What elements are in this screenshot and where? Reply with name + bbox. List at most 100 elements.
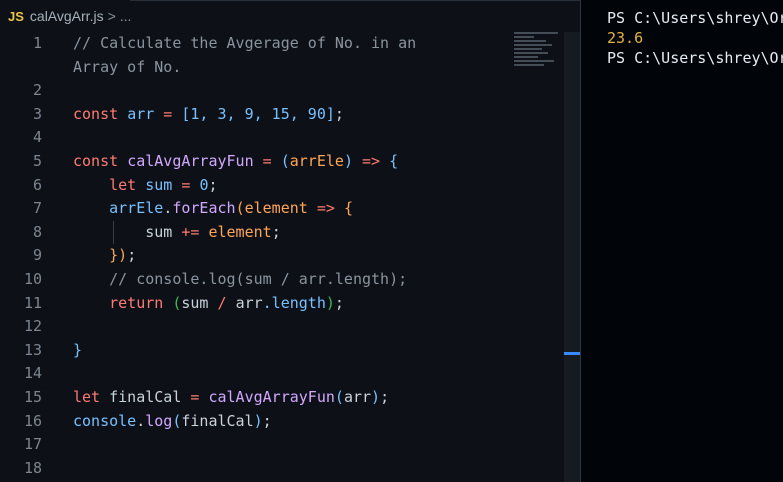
code-editor[interactable]: JS calAvgArr.js > ... 1 // Calculate the … [0,0,580,482]
variable: sum [145,222,173,241]
code-line[interactable]: 10 // console.log(sum / arr.length); [0,268,560,292]
operator: += [172,222,209,241]
keyword: const [73,151,119,170]
operator: = [154,104,182,123]
variable: sum [145,175,173,194]
bracket: { [343,199,353,218]
parameter: element [244,199,308,218]
line-number: 10 [23,269,42,288]
punctuation: ; [334,293,344,312]
variable: arr [127,104,155,123]
line-number: 2 [32,81,42,100]
bracket: ( [334,387,344,406]
line-number: 8 [32,222,42,241]
punctuation: ; [334,104,344,123]
code-area[interactable]: 1// Calculate the Avgerage of No. in an … [0,32,560,480]
line-number: 11 [23,293,42,312]
punctuation: ; [262,411,272,430]
line-number: 7 [32,199,42,218]
line-number: 12 [23,317,42,336]
code-line[interactable]: 6 let sum = 0; [0,174,560,198]
line-number: 1 [32,34,42,52]
code-line[interactable]: 9 }); [0,244,560,268]
breadcrumb[interactable]: JS calAvgArr.js > ... [0,0,300,32]
bracket: ) [253,411,263,430]
comment: Array of No. [73,57,182,76]
parameter: arrEle [289,151,344,170]
operator: = [172,175,200,194]
variable: arrEle [109,199,164,218]
code-line[interactable]: 1 // Calculate the Avgerage of No. in an [0,32,560,56]
line-number: 3 [32,104,42,123]
code-line[interactable]: 8 sum += element; [0,220,560,245]
operator: = [181,387,209,406]
line-number: 15 [23,387,42,406]
arrow-operator: => [307,199,344,218]
line-number: 17 [23,435,42,454]
terminal-panel[interactable]: PS C:\Users\shrey\Or 23.6 PS C:\Users\sh… [580,0,783,482]
breadcrumb-file-name[interactable]: calAvgArr.js [30,8,104,24]
object: console [73,411,137,430]
minimap[interactable] [514,32,562,72]
scrollbar-cursor-marker [564,352,580,355]
bracket: } [109,246,119,265]
terminal-prompt-line: PS C:\Users\shrey\Or [607,49,783,67]
line-number: 18 [23,458,42,477]
punctuation: . [163,199,173,218]
keyword: const [73,104,119,123]
code-line[interactable]: 2 [0,79,560,103]
breadcrumb-more[interactable]: ... [120,8,132,24]
code-line[interactable]: 15 let finalCal = calAvgArrayFun(arr); [0,386,560,410]
bracket: } [73,340,83,359]
terminal-output-line: 23.6 [607,29,644,47]
code-line[interactable]: 7 arrEle.forEach(element => { [0,197,560,221]
code-line[interactable]: 3 const arr = [1, 3, 9, 15, 90]; [0,103,560,127]
bracket: ) [118,246,128,265]
line-number: 5 [32,151,42,170]
bracket: ) [325,293,335,312]
comment: // console.log(sum / arr.length); [109,269,408,288]
code-line[interactable]: 16 console.log(finalCal); [0,410,560,434]
bracket: ( [235,199,245,218]
keyword: let [73,387,101,406]
bracket: { [389,151,399,170]
bracket: ] [325,104,335,123]
variable: sum [181,293,209,312]
editor-scrollbar[interactable] [564,32,580,482]
comment: // Calculate the Avgerage of No. in an [73,34,417,52]
line-number: 13 [23,340,42,359]
code-line-wrapped[interactable]: Array of No. [0,56,560,80]
javascript-file-icon: JS [8,8,24,24]
operator: = [253,151,281,170]
code-line[interactable]: 14 [0,362,560,386]
line-number: 14 [23,364,42,383]
code-line[interactable]: 4 [0,126,560,150]
variable: finalCal [109,387,182,406]
code-line[interactable]: 11 return (sum / arr.length); [0,292,560,316]
code-line[interactable]: 5 const calAvgArrayFun = (arrEle) => { [0,150,560,174]
parameter: element [208,222,272,241]
code-line[interactable]: 12 [0,315,560,339]
code-line[interactable]: 17 [0,433,560,457]
keyword: return [109,293,164,312]
line-number: 4 [32,128,42,147]
function-name: calAvgArrayFun [127,151,254,170]
terminal-prompt-line: PS C:\Users\shrey\Or [607,9,783,27]
punctuation: ; [380,387,390,406]
bracket: ) [343,151,353,170]
punctuation: ; [208,175,218,194]
code-line[interactable]: 13} [0,339,560,363]
bracket: ) [371,387,381,406]
method-name: log [145,411,173,430]
code-line[interactable]: 18 [0,457,560,481]
line-number: 6 [32,175,42,194]
function-call: calAvgArrayFun [208,387,335,406]
bracket: ( [280,151,290,170]
argument: arr [343,387,372,406]
punctuation: . [136,411,146,430]
number-list: 1, 3, 9, 15, 90 [190,104,326,123]
line-number: 16 [23,411,42,430]
argument: finalCal [181,411,254,430]
method-name: forEach [172,199,236,218]
indent-guide [113,220,114,245]
